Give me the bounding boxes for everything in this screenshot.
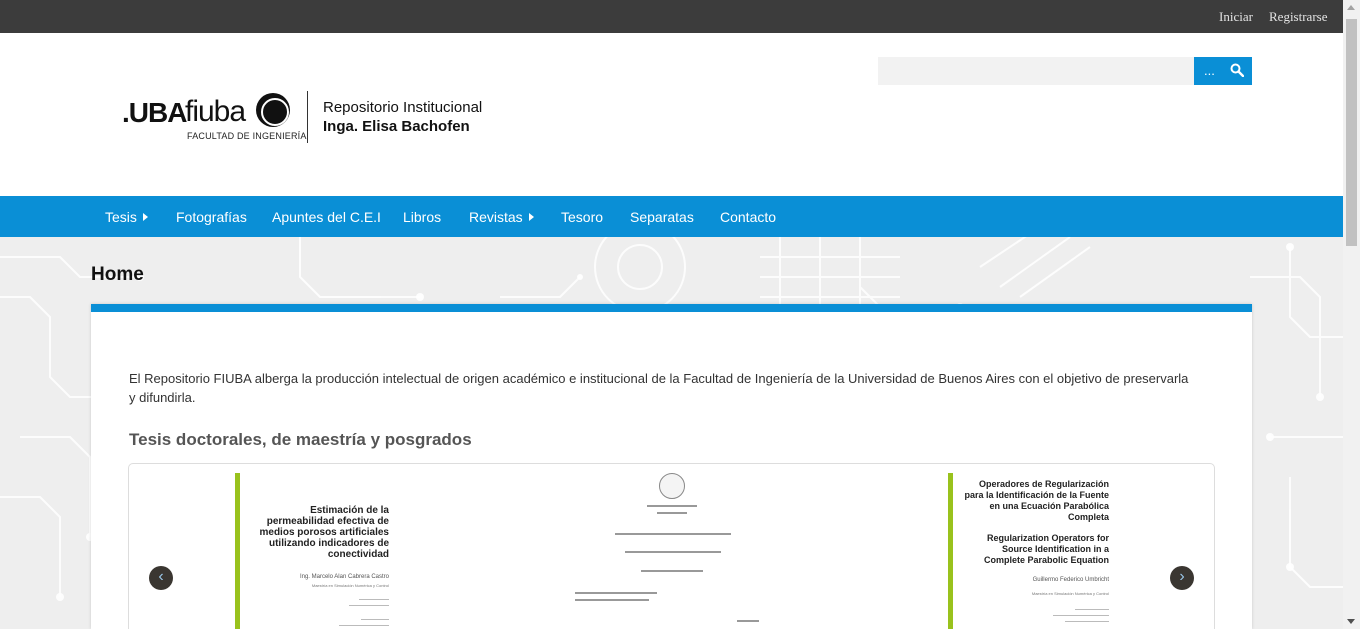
- caret-right-icon: [528, 213, 534, 221]
- nav-item-label: Revistas: [469, 209, 523, 225]
- text-line: [361, 619, 389, 620]
- search-input[interactable]: [878, 57, 1194, 85]
- logo-faculty-text: FACULTAD DE INGENIERÍA: [187, 131, 307, 141]
- text-line: [339, 625, 389, 626]
- caret-right-icon: [142, 213, 148, 221]
- text-line: [575, 592, 657, 594]
- text-line: [1075, 609, 1109, 610]
- slide-program: Maestría en Simulación Numérica y Contro…: [1031, 591, 1109, 596]
- text-line: [647, 505, 697, 507]
- slide-author: Guillermo Federico Umbricht: [1032, 577, 1109, 583]
- slide-title: Operadores de Regularización para la Ide…: [959, 479, 1109, 566]
- logo-divider: [307, 91, 308, 143]
- thesis-accent-bar: [235, 473, 240, 629]
- nav-item-revistas[interactable]: Revistas: [469, 209, 534, 225]
- register-link[interactable]: Registrarse: [1269, 9, 1327, 25]
- repository-name-line2: Inga. Elisa Bachofen: [323, 118, 470, 135]
- login-link[interactable]: Iniciar: [1219, 9, 1253, 25]
- repository-name-line1: Repositorio Institucional: [323, 99, 483, 116]
- carousel-slide[interactable]: Estimación de la permeabilidad efectiva …: [235, 473, 445, 629]
- carousel-slide[interactable]: [575, 473, 835, 629]
- nav-item-libros[interactable]: Libros: [403, 209, 441, 225]
- scroll-up-icon[interactable]: [1347, 5, 1355, 10]
- main-nav: Tesis Fotografías Apuntes del C.E.I Libr…: [0, 196, 1343, 237]
- thesis-accent-bar: [948, 473, 953, 629]
- text-line: [1053, 615, 1109, 616]
- university-seal-icon: [659, 473, 685, 499]
- intro-text: El Repositorio FIUBA alberga la producci…: [129, 371, 1189, 405]
- text-line: [359, 599, 389, 600]
- scrollbar-thumb[interactable]: [1346, 19, 1357, 246]
- logo-fiuba-text: fiuba: [185, 95, 246, 128]
- nav-item-tesoro[interactable]: Tesoro: [561, 209, 603, 225]
- search-icon: [1230, 63, 1244, 77]
- page-scrollbar[interactable]: [1343, 0, 1360, 629]
- nav-item-label: Tesis: [105, 209, 137, 225]
- site-header: .UBA fiuba FACULTAD DE INGENIERÍA Reposi…: [0, 33, 1343, 196]
- nav-item-separatas[interactable]: Separatas: [630, 209, 694, 225]
- nav-item-tesis[interactable]: Tesis: [105, 209, 148, 225]
- slide-program: Maestría en Simulación Numérica y Contro…: [311, 583, 389, 588]
- top-bar: Iniciar Registrarse: [0, 0, 1343, 33]
- site-logo[interactable]: .UBA fiuba FACULTAD DE INGENIERÍA Reposi…: [122, 91, 502, 151]
- slide-title-en: Regularization Operators for Source Iden…: [983, 533, 1109, 565]
- text-line: [349, 605, 389, 606]
- carousel-slide[interactable]: Operadores de Regularización para la Ide…: [948, 473, 1158, 629]
- scroll-down-icon[interactable]: [1347, 619, 1355, 624]
- nav-item-contacto[interactable]: Contacto: [720, 209, 776, 225]
- text-line: [657, 512, 687, 514]
- nav-item-fotografias[interactable]: Fotografías: [176, 209, 247, 225]
- slide-title: Estimación de la permeabilidad efectiva …: [259, 505, 390, 560]
- carousel-next-button[interactable]: ›: [1170, 566, 1194, 590]
- text-line: [641, 570, 703, 572]
- text-line: [615, 533, 731, 535]
- slide-author: Ing. Marcelo Alan Cabrera Castro: [299, 574, 389, 580]
- text-line: [1065, 621, 1109, 622]
- page-title: Home: [91, 264, 144, 285]
- text-line: [575, 599, 649, 601]
- faculty-seal-icon: [256, 93, 290, 127]
- text-line: [625, 551, 721, 553]
- thesis-carousel: Estimación de la permeabilidad efectiva …: [128, 463, 1215, 629]
- slide-title-es: Operadores de Regularización para la Ide…: [964, 479, 1109, 522]
- search-form: ...: [878, 57, 1252, 85]
- text-line: [737, 620, 759, 622]
- search-button[interactable]: ...: [1194, 57, 1252, 85]
- chevron-right-icon: ›: [1179, 568, 1185, 585]
- logo-uba-text: .UBA: [122, 97, 187, 128]
- chevron-left-icon: ‹: [158, 568, 164, 585]
- content-panel: El Repositorio FIUBA alberga la producci…: [91, 304, 1252, 629]
- section-title: Tesis doctorales, de maestría y posgrado…: [129, 430, 472, 449]
- search-options-label: ...: [1204, 63, 1215, 78]
- nav-item-apuntes[interactable]: Apuntes del C.E.I: [272, 209, 381, 225]
- carousel-prev-button[interactable]: ‹: [149, 566, 173, 590]
